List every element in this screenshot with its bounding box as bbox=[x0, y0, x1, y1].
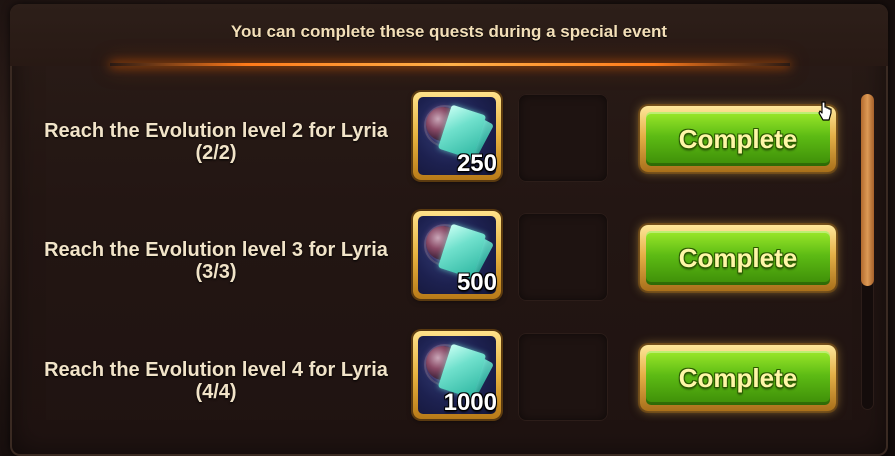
complete-button-frame: Complete bbox=[640, 225, 836, 291]
complete-button[interactable]: Complete bbox=[646, 351, 830, 405]
quest-title: Reach the Evolution level 2 for Lyria bbox=[44, 120, 388, 142]
empty-reward-slot bbox=[518, 333, 608, 421]
quest-row: Reach the Evolution level 4 for Lyria (4… bbox=[10, 331, 860, 451]
quest-progress: (2/2) bbox=[195, 142, 237, 164]
complete-button[interactable]: Complete bbox=[646, 112, 830, 166]
quest-row: Reach the Evolution level 3 for Lyria (3… bbox=[10, 211, 860, 331]
quest-progress: (3/3) bbox=[195, 261, 237, 283]
quest-description: Reach the Evolution level 2 for Lyria (2… bbox=[26, 120, 406, 164]
complete-button-frame: Complete bbox=[640, 345, 836, 411]
reward-amount: 250 bbox=[456, 150, 497, 177]
complete-button-frame: Complete bbox=[640, 106, 836, 172]
empty-reward-slot bbox=[518, 94, 608, 182]
quest-title: Reach the Evolution level 3 for Lyria bbox=[44, 239, 388, 261]
reward-slot[interactable]: 500 bbox=[413, 211, 501, 299]
reward-slot[interactable]: 250 bbox=[413, 92, 501, 180]
quest-description: Reach the Evolution level 3 for Lyria (3… bbox=[26, 239, 406, 283]
quest-description: Reach the Evolution level 4 for Lyria (4… bbox=[26, 359, 406, 403]
quest-progress: (4/4) bbox=[195, 381, 237, 403]
quest-row: Reach the Evolution level 2 for Lyria (2… bbox=[10, 92, 860, 212]
complete-button[interactable]: Complete bbox=[646, 231, 830, 285]
scrollbar-thumb[interactable] bbox=[861, 94, 874, 286]
header-divider bbox=[110, 63, 790, 66]
empty-reward-slot bbox=[518, 213, 608, 301]
scrollbar-track[interactable] bbox=[861, 94, 874, 410]
reward-slot[interactable]: 1000 bbox=[413, 331, 501, 419]
quest-title: Reach the Evolution level 4 for Lyria bbox=[44, 359, 388, 381]
reward-amount: 500 bbox=[456, 269, 497, 296]
reward-amount: 1000 bbox=[443, 389, 497, 416]
hand-pointer-icon bbox=[818, 101, 832, 121]
panel-title: You can complete these quests during a s… bbox=[230, 22, 668, 41]
